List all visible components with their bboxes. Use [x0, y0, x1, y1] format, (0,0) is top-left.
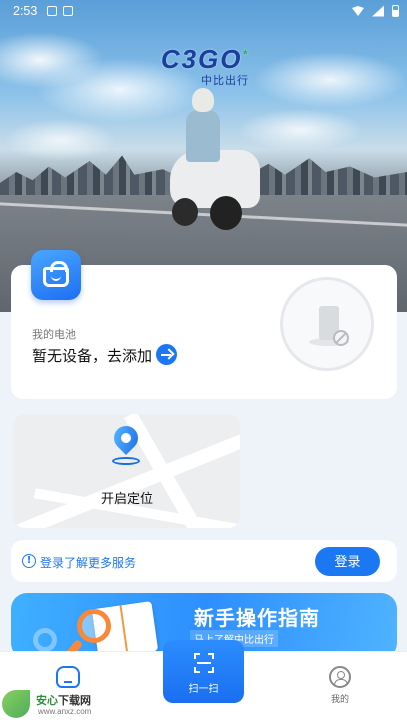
logo-mark: *: [242, 47, 250, 62]
watermark-url: www.anxz.com: [38, 707, 92, 716]
no-device-battery-icon: [280, 277, 374, 371]
status-time: 2:53: [13, 4, 38, 18]
scooter-rider-illustration: [160, 80, 270, 240]
login-button[interactable]: 登录: [315, 547, 380, 576]
battery-label: 我的电池: [32, 328, 76, 341]
scan-button[interactable]: 扫一扫: [163, 640, 244, 703]
wifi-icon: [352, 6, 364, 16]
battery-status-icon: [392, 5, 399, 17]
brand-logo: C3GO* 中比出行: [150, 44, 260, 88]
notification-icon: [47, 6, 58, 16]
status-bar: 2:53: [0, 0, 407, 22]
decorative-ring: [33, 628, 57, 652]
scan-label: 扫一扫: [188, 684, 219, 695]
guide-title: 新手操作指南: [194, 606, 320, 630]
arrow-right-icon[interactable]: [156, 344, 177, 365]
watermark: 安心下载网 www.anxz.com: [2, 690, 112, 720]
watermark-brand-b: 下载网: [58, 694, 91, 707]
image-notification-icon: [63, 6, 74, 16]
home-icon: [56, 666, 80, 688]
login-hint: 登录了解更多服务: [40, 556, 137, 570]
scan-icon: [194, 653, 214, 673]
enable-location-label[interactable]: 开启定位: [101, 488, 153, 507]
watermark-brand-a: 安心: [36, 694, 58, 707]
person-icon: [329, 666, 351, 688]
logo-text: C3GO: [160, 44, 243, 74]
location-pin-icon: [109, 421, 143, 465]
magnifier-icon: [77, 609, 111, 643]
signal-icon: [372, 5, 384, 17]
mine-label: 我的: [330, 695, 349, 705]
tab-mine[interactable]: 我的: [320, 666, 360, 706]
watermark-logo-icon: [2, 690, 30, 718]
shopping-bag-icon: [31, 250, 81, 300]
info-icon: !: [22, 554, 36, 568]
add-device-link[interactable]: 暂无设备，去添加: [32, 345, 152, 366]
